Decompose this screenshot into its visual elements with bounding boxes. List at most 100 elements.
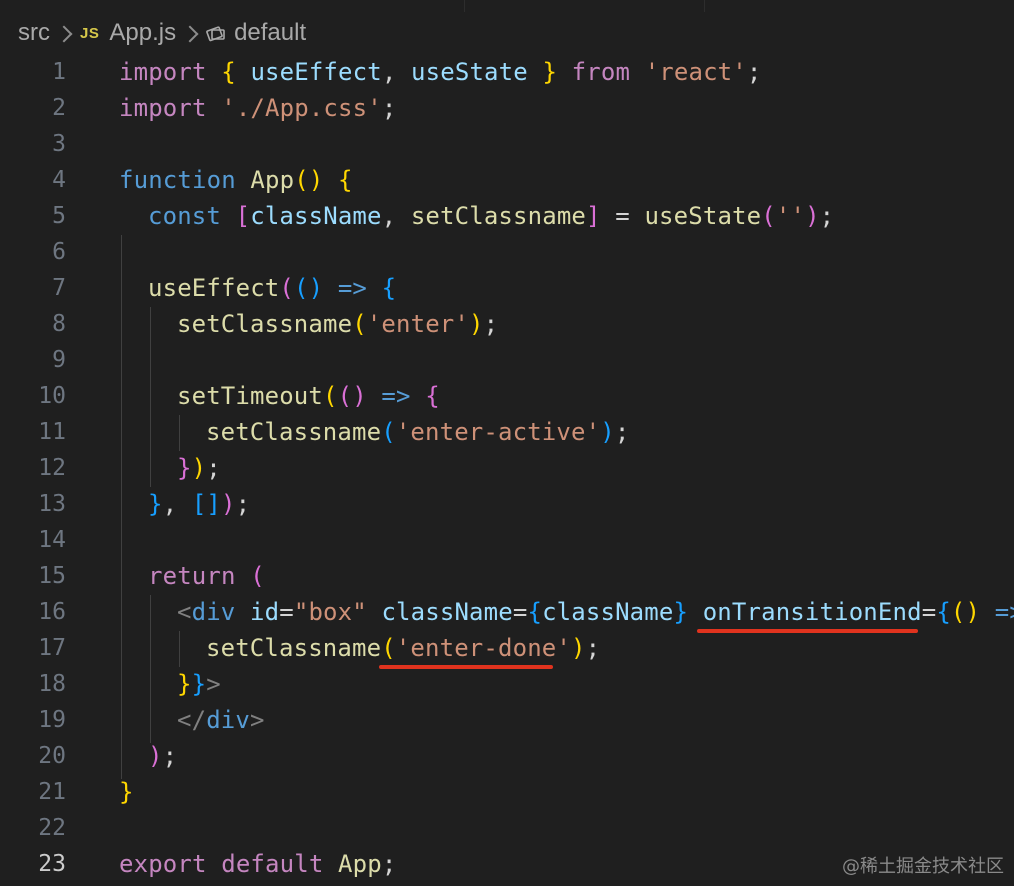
- code-line[interactable]: 12 });: [0, 450, 1014, 486]
- token: <: [177, 598, 192, 626]
- code-line[interactable]: 6: [0, 234, 1014, 270]
- token: from: [571, 58, 631, 86]
- token: '': [775, 202, 806, 230]
- code-line[interactable]: 2 import './App.css';: [0, 90, 1014, 126]
- code-text: const [className, setClassname] = useSta…: [148, 202, 834, 230]
- token: {: [425, 382, 440, 410]
- token: ): [571, 634, 586, 662]
- token: App: [250, 166, 295, 194]
- code-editor[interactable]: 1 import { useEffect, useState } from 'r…: [0, 54, 1014, 886]
- token: >: [206, 670, 221, 698]
- code-line[interactable]: 20 );: [0, 738, 1014, 774]
- watermark: @稀土掘金技术社区: [842, 856, 1004, 877]
- code-line[interactable]: 18 }}>: [0, 666, 1014, 702]
- token: "box": [293, 598, 367, 626]
- token: [: [235, 202, 251, 230]
- token: function: [119, 166, 236, 194]
- code-line[interactable]: 13 }, []);: [0, 486, 1014, 522]
- token: setTimeout: [177, 382, 323, 410]
- code-text: );: [148, 742, 177, 770]
- breadcrumb-file[interactable]: App.js: [109, 19, 176, 47]
- token: useState: [411, 58, 528, 86]
- code-line[interactable]: 21 }: [0, 774, 1014, 810]
- token: './App.css': [221, 94, 382, 122]
- code-line[interactable]: 19 </div>: [0, 702, 1014, 738]
- token: ): [805, 202, 820, 230]
- line-number: 11: [38, 419, 66, 445]
- line-number: 16: [38, 599, 66, 625]
- token: (: [352, 310, 367, 338]
- code-line[interactable]: 4 function App() {: [0, 162, 1014, 198]
- code-line[interactable]: 22: [0, 810, 1014, 846]
- token: import: [119, 94, 207, 122]
- token: }: [191, 670, 207, 698]
- code-text: }: [119, 778, 134, 806]
- token: import: [119, 58, 207, 86]
- token: useEffect: [250, 58, 382, 86]
- token: =>: [381, 382, 411, 410]
- code-line[interactable]: 17 setClassname('enter-done');: [0, 630, 1014, 666]
- code-text: });: [177, 454, 221, 482]
- token: return: [148, 562, 236, 590]
- token: (: [250, 562, 265, 590]
- editor-tab-strip: [0, 0, 1014, 12]
- token: className: [542, 598, 674, 626]
- line-number: 7: [52, 275, 66, 301]
- line-number: 15: [38, 563, 66, 589]
- token: }: [119, 778, 134, 806]
- token: ): [148, 742, 163, 770]
- code-line[interactable]: 8 setClassname('enter');: [0, 306, 1014, 342]
- code-line[interactable]: 5 const [className, setClassname] = useS…: [0, 198, 1014, 234]
- code-line[interactable]: 15 return (: [0, 558, 1014, 594]
- chevron-right-icon: [55, 25, 73, 43]
- token: }: [673, 598, 689, 626]
- token: {: [338, 166, 353, 194]
- line-number: 5: [52, 203, 66, 229]
- token: 'react': [644, 58, 747, 86]
- token: 'enter': [366, 310, 470, 338]
- code-text: setClassname('enter-done');: [206, 634, 600, 662]
- code-line[interactable]: 16 <div id="box" className={className} o…: [0, 594, 1014, 630]
- token: =: [279, 598, 294, 626]
- line-number: 20: [38, 743, 66, 769]
- breadcrumb-symbol-default[interactable]: default: [234, 19, 306, 47]
- code-line[interactable]: 10 setTimeout(() => {: [0, 378, 1014, 414]
- token: ;: [235, 490, 251, 518]
- token: =: [600, 202, 645, 230]
- line-number: 2: [52, 95, 66, 121]
- token: }: [177, 670, 192, 698]
- code-line[interactable]: 11 setClassname('enter-active');: [0, 414, 1014, 450]
- code-line[interactable]: 9: [0, 342, 1014, 378]
- code-line[interactable]: 3: [0, 126, 1014, 162]
- tab-separator: [704, 0, 705, 12]
- token: ): [600, 418, 615, 446]
- chevron-right-icon: [181, 25, 199, 43]
- token: {: [221, 58, 236, 86]
- code-line[interactable]: 14: [0, 522, 1014, 558]
- token: default: [221, 850, 324, 878]
- token: =: [512, 598, 528, 626]
- code-text: setClassname('enter-active');: [206, 418, 629, 446]
- line-number: 13: [38, 491, 66, 517]
- line-number: 17: [38, 635, 66, 661]
- code-line[interactable]: 7 useEffect(() => {: [0, 270, 1014, 306]
- token: {: [936, 598, 951, 626]
- token: setClassname: [206, 418, 382, 446]
- token: =>: [337, 274, 368, 302]
- line-number: 10: [38, 383, 66, 409]
- breadcrumb-folder-src[interactable]: src: [18, 19, 50, 47]
- code-line[interactable]: 1 import { useEffect, useState } from 'r…: [0, 54, 1014, 90]
- line-number: 8: [52, 311, 66, 337]
- code-text: }}>: [177, 670, 221, 698]
- code-text: useEffect(() => {: [148, 274, 396, 302]
